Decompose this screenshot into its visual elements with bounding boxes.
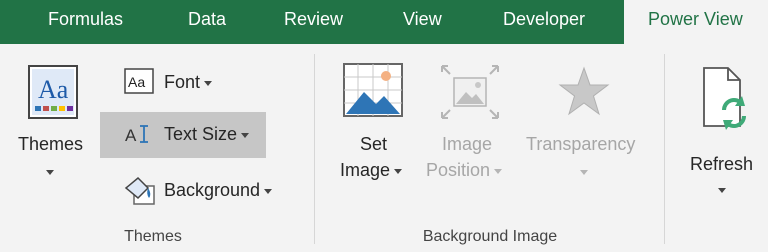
tab-developer[interactable]: Developer (503, 0, 585, 44)
themes-button[interactable]: Aa Themes (12, 64, 96, 214)
group-separator (314, 54, 315, 244)
text-size-label: Text Size (164, 124, 250, 145)
text-size-dropdown-caret-icon (241, 132, 250, 138)
refresh-label: Refresh (690, 154, 754, 174)
background-label: Background (164, 180, 273, 201)
ribbon-body: Aa Themes Aa Font A Text Size Background… (0, 44, 768, 252)
background-icon (124, 176, 155, 205)
tab-formulas[interactable]: Formulas (48, 0, 123, 44)
refresh-dropdown-caret-icon (718, 188, 726, 193)
image-position-label-line2: Position (426, 160, 503, 181)
background-button[interactable]: Background (118, 172, 292, 210)
themes-icon: Aa (28, 65, 78, 119)
group-label-background-image: Background Image (422, 228, 558, 245)
group-label-themes: Themes (124, 228, 182, 245)
transparency-button[interactable]: Transparency (522, 62, 648, 212)
font-icon: Aa (124, 68, 154, 94)
set-image-label-line2: Image (340, 160, 403, 181)
svg-text:Aa: Aa (38, 75, 69, 104)
refresh-icon (703, 67, 746, 130)
tab-power-view[interactable]: Power View (624, 0, 768, 44)
text-size-icon: A (125, 125, 148, 145)
svg-text:A: A (125, 126, 137, 145)
svg-text:Aa: Aa (128, 74, 145, 90)
themes-dropdown-caret-icon (46, 170, 54, 175)
tab-review[interactable]: Review (284, 0, 343, 44)
group-separator (664, 54, 665, 244)
refresh-button[interactable]: Refresh (680, 62, 768, 212)
font-button[interactable]: Aa Font (118, 66, 228, 100)
image-position-icon (441, 65, 499, 119)
transparency-icon (558, 66, 610, 116)
tab-view[interactable]: View (403, 0, 442, 44)
text-size-button[interactable]: A Text Size (100, 112, 266, 158)
image-position-button[interactable]: Image Position (420, 62, 520, 212)
set-image-dropdown-caret-icon (394, 168, 403, 174)
ribbon-tab-bar: Formulas Data Review View Developer Powe… (0, 0, 768, 44)
set-image-label-line1: Set (360, 134, 388, 154)
tab-data[interactable]: Data (188, 0, 226, 44)
image-position-dropdown-caret-icon (494, 168, 503, 174)
set-image-icon (343, 63, 403, 117)
font-label: Font (164, 72, 213, 93)
image-position-label-line1: Image (442, 134, 493, 154)
transparency-label: Transparency (526, 134, 636, 154)
background-dropdown-caret-icon (264, 188, 273, 194)
themes-button-label: Themes (18, 134, 84, 154)
font-dropdown-caret-icon (204, 80, 213, 86)
set-image-button[interactable]: Set Image (332, 62, 416, 212)
transparency-dropdown-caret-icon (580, 170, 588, 175)
